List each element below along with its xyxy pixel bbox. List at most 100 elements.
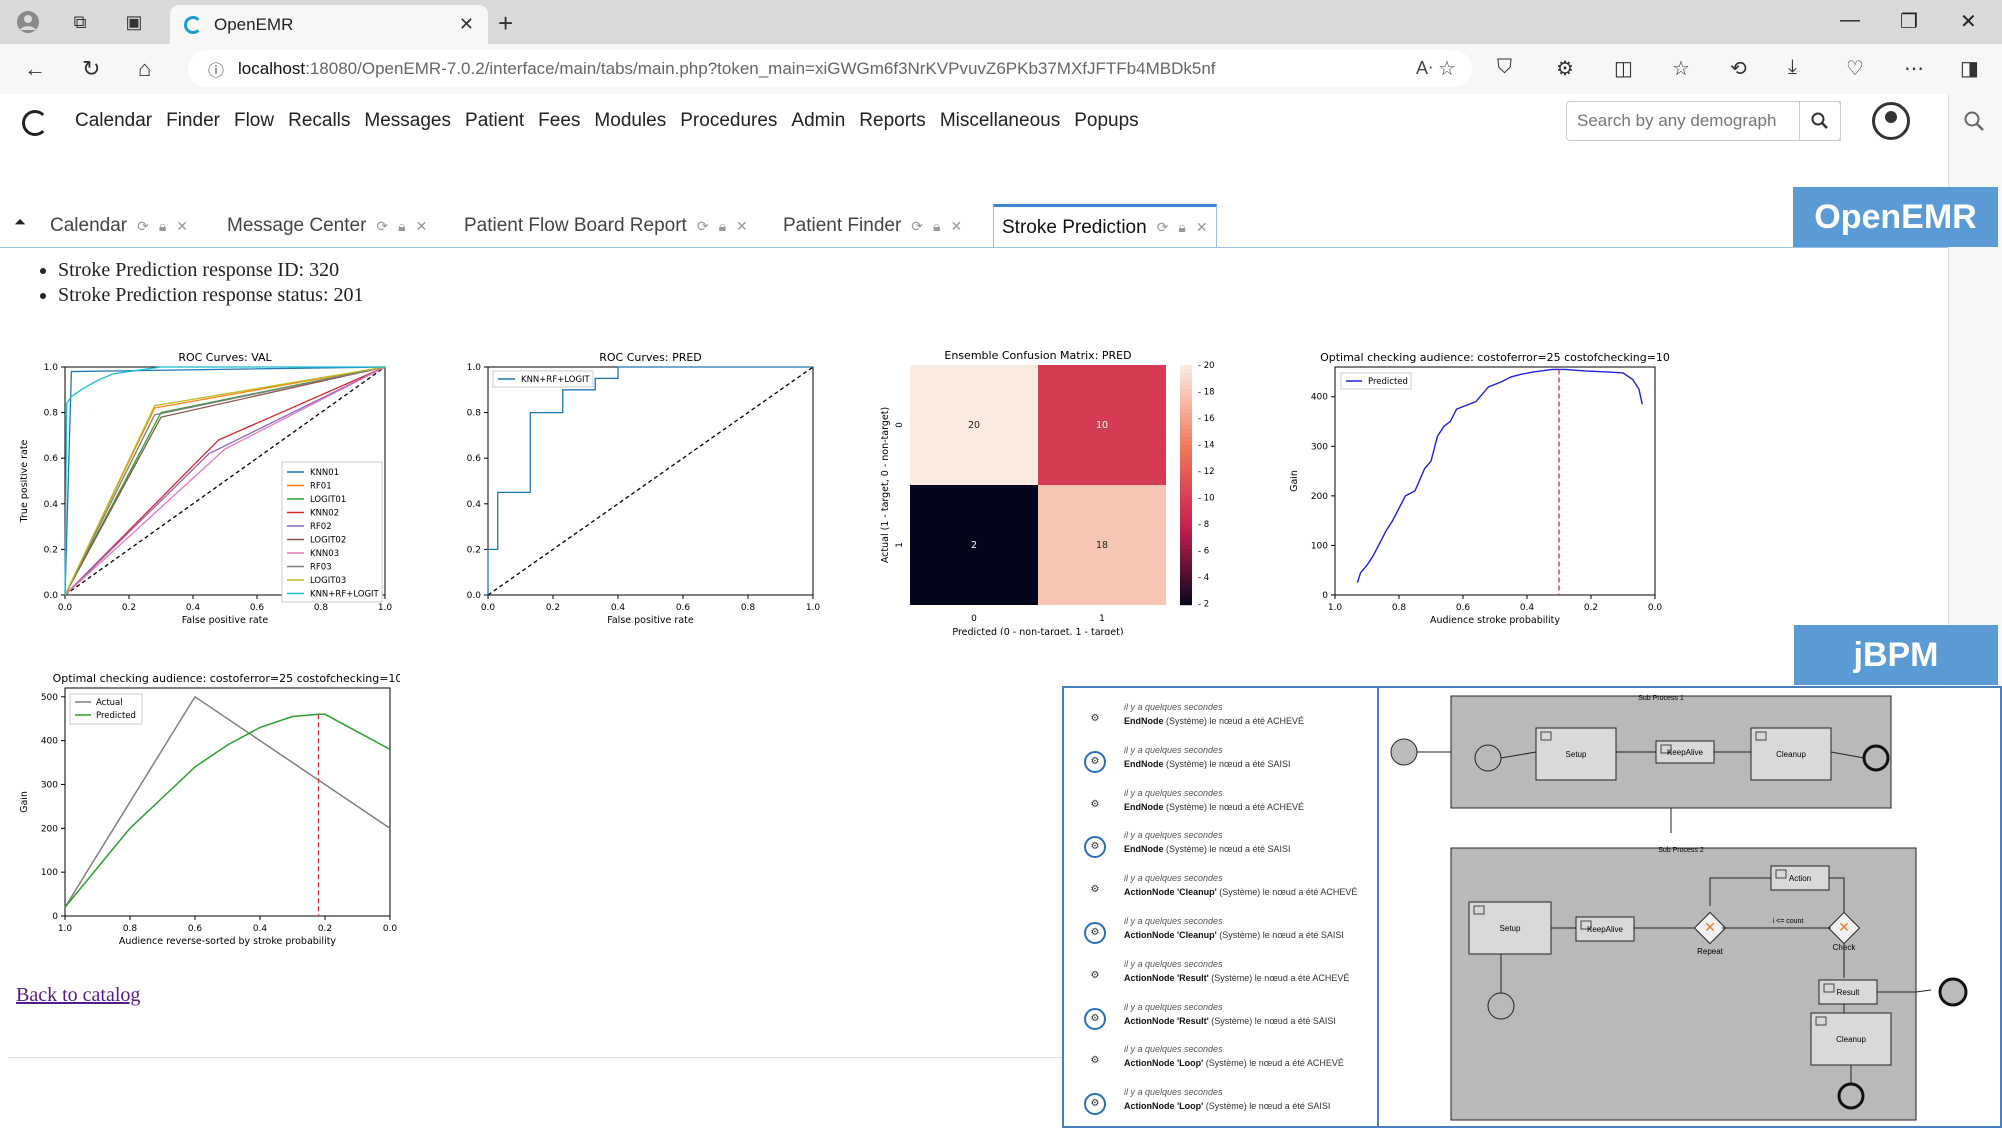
openemr-logo-icon[interactable]: [22, 110, 48, 136]
refresh-icon[interactable]: ⟳: [1157, 219, 1169, 236]
app-navbar: Calendar Finder Flow Recalls Messages Pa…: [0, 94, 1948, 154]
lock-icon[interactable]: 🔒︎: [159, 218, 166, 235]
log-message: ActionNode 'Loop' (Système) le nœud a ét…: [1124, 1058, 1344, 1068]
result-task-label: Result: [1837, 988, 1860, 997]
split-screen-icon[interactable]: ◫: [1614, 56, 1633, 81]
colorbar-segment: [1180, 365, 1192, 370]
url-host: localhost: [238, 58, 306, 78]
close-icon[interactable]: ✕: [416, 218, 428, 235]
response-id: Stroke Prediction response ID: 320: [58, 258, 364, 283]
colorbar-segment: [1180, 501, 1192, 506]
favorites-icon[interactable]: ☆: [1672, 56, 1690, 81]
refresh-icon[interactable]: ⟳: [137, 218, 149, 235]
close-tab-icon[interactable]: ✕: [459, 14, 474, 35]
menu-messages[interactable]: Messages: [364, 110, 451, 132]
restore-icon[interactable]: ❐: [1900, 9, 1918, 34]
x-tick-label: 0.4: [611, 603, 626, 613]
y-tick-label: 0.6: [44, 454, 59, 464]
read-aloud-icon[interactable]: Aᐧ: [1416, 58, 1433, 79]
search-icon[interactable]: [1799, 101, 1841, 141]
tab-patient-finder[interactable]: Patient Finder ⟳ 🔒︎ ✕: [783, 204, 962, 248]
x-tick-label: 0.2: [1584, 603, 1598, 613]
tab-message-center[interactable]: Message Center ⟳ 🔒︎ ✕: [227, 204, 427, 248]
refresh-icon[interactable]: ⟳: [697, 218, 709, 235]
log-message: EndNode (Système) le nœud a été ACHEVÉ: [1124, 802, 1304, 812]
log-entry: ⚙ il y a quelques secondes EndNode (Systèm…: [1084, 743, 1374, 783]
log-message: ActionNode 'Result' (Système) le nœud a …: [1124, 973, 1349, 983]
sidebar-toggle-icon[interactable]: ◨: [1960, 56, 1979, 81]
browser-tab[interactable]: OpenEMR ✕: [170, 5, 488, 44]
log-status: (Système) le nœud a été SAISI: [1208, 1015, 1336, 1026]
colorbar-segment: [1180, 533, 1192, 538]
url-field[interactable]: ⓘ localhost:18080/OpenEMR-7.0.2/interfac…: [188, 50, 1472, 87]
colorbar-label: - 12: [1198, 467, 1215, 477]
y-tick-label: 300: [1311, 442, 1328, 452]
downloads-icon[interactable]: ⤓: [1788, 56, 1797, 79]
window-close-icon[interactable]: ✕: [1960, 9, 1977, 34]
y-tick-label: 0.4: [44, 500, 59, 510]
menu-finder[interactable]: Finder: [166, 110, 220, 132]
x-tick-label: 0.4: [253, 924, 268, 934]
site-info-icon[interactable]: ⓘ: [208, 57, 224, 81]
gear-icon: ⚙: [1084, 750, 1106, 773]
new-tab-icon[interactable]: +: [498, 8, 513, 39]
back-to-catalog-link[interactable]: Back to catalog: [16, 984, 140, 1007]
user-avatar-icon[interactable]: [1872, 102, 1910, 140]
close-icon[interactable]: ✕: [736, 218, 748, 235]
close-icon[interactable]: ✕: [950, 218, 962, 235]
minimize-icon[interactable]: —: [1840, 9, 1860, 32]
menu-admin[interactable]: Admin: [791, 110, 845, 132]
log-entry: ⚙ il y a quelques secondes ActionNode 'Res…: [1084, 1000, 1374, 1040]
menu-modules[interactable]: Modules: [594, 110, 666, 132]
tab-actions-icon[interactable]: ▣: [122, 10, 146, 34]
extension-shield-icon[interactable]: ⛉: [1497, 56, 1512, 79]
menu-popups[interactable]: Popups: [1074, 110, 1138, 132]
close-icon[interactable]: ✕: [176, 218, 188, 235]
y-tick-label: 0.8: [44, 409, 59, 419]
y-tick-label: 1.0: [44, 363, 59, 373]
colorbar-segment: [1180, 493, 1192, 498]
lock-icon[interactable]: 🔒︎: [933, 218, 940, 235]
refresh-icon[interactable]: ↻: [82, 56, 100, 82]
legend-label: RF02: [310, 522, 332, 532]
chart-title: Optimal checking audience: costoferror=2…: [53, 672, 400, 685]
count-condition-label: i <= count: [1773, 918, 1804, 925]
profile-icon[interactable]: [16, 10, 40, 34]
gear-icon: ⚙: [1090, 969, 1100, 981]
sidebar-search-icon[interactable]: [1963, 110, 1985, 138]
workspaces-icon[interactable]: ⧉: [68, 10, 92, 34]
history-icon[interactable]: ⟲: [1730, 56, 1747, 81]
menu-recalls[interactable]: Recalls: [288, 110, 350, 132]
lock-icon[interactable]: 🔒︎: [398, 218, 405, 235]
y-tick-label: 500: [41, 693, 58, 703]
home-icon[interactable]: ⌂: [138, 56, 151, 82]
refresh-icon[interactable]: ⟳: [911, 218, 923, 235]
lock-icon[interactable]: 🔒︎: [719, 218, 726, 235]
refresh-icon[interactable]: ⟳: [376, 218, 388, 235]
collapse-tabs-icon[interactable]: ⏶: [14, 214, 26, 231]
tab-patient-flow-board-report[interactable]: Patient Flow Board Report ⟳ 🔒︎ ✕: [464, 204, 748, 248]
y-tick-label: 0: [1322, 591, 1328, 601]
lock-icon[interactable]: 🔒︎: [1178, 219, 1185, 236]
menu-procedures[interactable]: Procedures: [680, 110, 777, 132]
menu-flow[interactable]: Flow: [234, 110, 274, 132]
menu-calendar[interactable]: Calendar: [75, 110, 152, 132]
menu-fees[interactable]: Fees: [538, 110, 580, 132]
extensions-icon[interactable]: ⚙: [1556, 56, 1574, 81]
colorbar-segment: [1180, 449, 1192, 454]
close-icon[interactable]: ✕: [1196, 219, 1208, 236]
favorite-star-icon[interactable]: ☆: [1438, 56, 1456, 81]
tab-stroke-prediction[interactable]: Stroke Prediction ⟳ 🔒︎ ✕: [993, 204, 1217, 248]
menu-reports[interactable]: Reports: [859, 110, 926, 132]
x-tick-label: 0.0: [58, 603, 73, 613]
log-entry: ⚙ il y a quelques secondes ActionNode 'Cle…: [1084, 871, 1374, 911]
series-line: [64, 713, 391, 908]
colorbar-segment: [1180, 593, 1192, 598]
menu-miscellaneous[interactable]: Miscellaneous: [940, 110, 1060, 132]
more-menu-icon[interactable]: ⋯: [1904, 56, 1924, 81]
tab-calendar[interactable]: Calendar ⟳ 🔒︎ ✕: [50, 204, 188, 248]
menu-patient[interactable]: Patient: [465, 110, 524, 132]
browser-essentials-icon[interactable]: ♡: [1846, 56, 1864, 81]
legend-label: RF01: [310, 482, 332, 492]
back-icon[interactable]: ←: [24, 56, 46, 82]
